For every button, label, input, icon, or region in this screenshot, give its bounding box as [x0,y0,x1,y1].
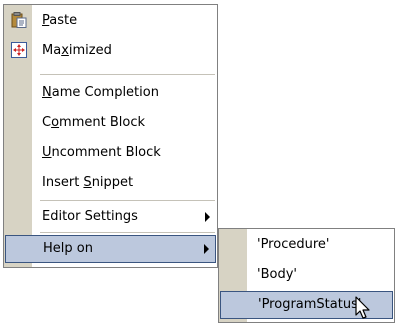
menu-item-label: Editor Settings [42,209,138,224]
submenu-item-procedure[interactable]: 'Procedure' [220,231,393,259]
menu-item-label: Name Completion [42,85,159,100]
menu-item-editor-settings[interactable]: Editor Settings [5,203,216,231]
submenu-arrow-icon [204,244,209,254]
submenu-arrow-icon [205,212,210,222]
menu-item-insert-snippet[interactable]: Insert Snippet [5,169,216,197]
menu-item-comment-block[interactable]: Comment Block [5,109,216,137]
menu-item-maximized[interactable]: Maximized [5,37,216,65]
menu-item-help-on[interactable]: Help on [5,235,216,263]
menu-separator [40,232,215,233]
menu-item-label: Paste [42,13,78,28]
mouse-pointer-icon [354,296,378,324]
context-menu: Paste Maximized Name Completion Comment … [3,4,218,268]
menu-item-label: Comment Block [42,115,146,130]
menu-item-paste[interactable]: Paste [5,7,216,35]
menu-item-name-completion[interactable]: Name Completion [5,79,216,107]
menu-item-label: Help on [43,241,93,256]
menu-item-uncomment-block[interactable]: Uncomment Block [5,139,216,167]
maximize-arrows-icon [11,42,27,58]
submenu-item-label: 'Procedure' [257,237,330,252]
submenu-item-label: 'ProgramStatus' [258,297,362,312]
menu-separator [40,74,215,75]
submenu-item-label: 'Body' [257,267,297,282]
menu-item-label: Maximized [42,43,112,58]
screen: Paste Maximized Name Completion Comment … [0,0,397,327]
menu-item-label: Insert Snippet [42,175,134,190]
menu-item-label: Uncomment Block [42,145,161,160]
menu-separator [40,200,215,201]
clipboard-paste-icon [11,12,27,28]
submenu-item-body[interactable]: 'Body' [220,261,393,289]
